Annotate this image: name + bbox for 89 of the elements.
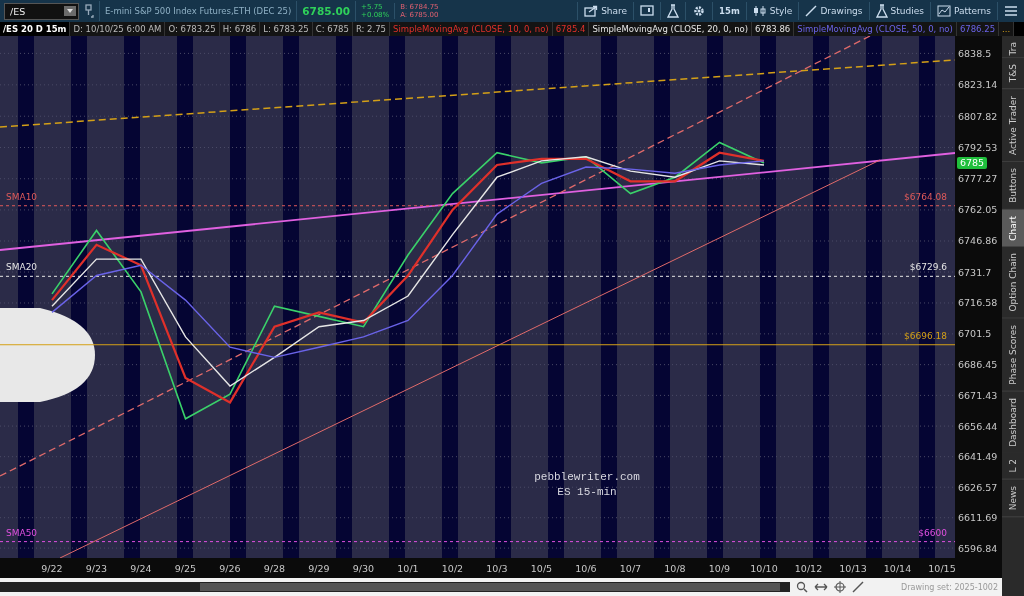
level-price: $6600 <box>918 527 947 538</box>
price-axis-label: 6596.84 <box>958 542 998 554</box>
last-price: 6785.00 <box>302 1 357 21</box>
date-axis-label: 10/14 <box>883 563 912 574</box>
date-axis-label: 10/15 <box>928 563 956 574</box>
more-studies: ... <box>999 22 1015 36</box>
drawings-button[interactable]: Drawings <box>798 2 869 20</box>
price-axis-label: 6807.82 <box>958 110 998 122</box>
candlestick-icon <box>752 5 767 17</box>
price-axis-label: 6777.27 <box>958 173 998 185</box>
crosshair-icon[interactable] <box>834 581 846 593</box>
settings-icon <box>692 4 707 18</box>
chart-label: /ES 20 D 15m <box>0 22 71 36</box>
level-price: $6764.08 <box>904 191 947 202</box>
pattern-chart-icon <box>936 5 951 17</box>
date-axis-label: 10/8 <box>664 563 686 574</box>
level-price: $6729.6 <box>909 262 947 273</box>
pencil-icon[interactable] <box>852 581 864 593</box>
date-axis-label: 10/9 <box>708 563 731 574</box>
menu-icon <box>1004 5 1018 17</box>
level-price: $6696.18 <box>904 330 947 341</box>
chart-note: pebblewriter.com <box>534 471 640 483</box>
date-axis-label: 9/22 <box>41 563 63 574</box>
price-axis-label: 6611.69 <box>958 512 998 524</box>
studies-button[interactable]: Studies <box>868 2 930 20</box>
date-axis-label: 9/29 <box>308 563 330 574</box>
study-value: 6786.25 <box>956 22 1000 36</box>
line-icon <box>805 5 818 17</box>
ohlc-field: H: 6786 <box>219 22 261 36</box>
scrollbar[interactable] <box>0 582 790 592</box>
date-axis-label: 9/30 <box>352 563 375 574</box>
price-axis-label: 6626.57 <box>958 481 998 493</box>
study-name: SimpleMovingAvg (CLOSE, 10, 0, no) <box>390 22 553 36</box>
drawing-set-label: Drawing set: 2025-1002 <box>901 582 998 592</box>
price-axis-label: 6701.5 <box>958 328 992 340</box>
level-label: SMA20 <box>6 262 38 273</box>
zoom-icon[interactable] <box>796 581 808 593</box>
date-axis-label: 10/12 <box>794 563 823 574</box>
date-axis-label: 9/26 <box>219 563 241 574</box>
study-name: SimpleMovingAvg (CLOSE, 20, 0, no) <box>589 22 753 36</box>
ohlc-field: O: 6783.25 <box>165 22 220 36</box>
scrollbar-thumb[interactable] <box>200 583 780 591</box>
date-axis-label: 10/10 <box>750 563 778 574</box>
date-axis-label: 9/23 <box>85 563 108 574</box>
flask-icon <box>667 4 680 18</box>
instrument-description: E-mini S&P 500 Index Futures,ETH (DEC 25) <box>99 1 298 21</box>
chart-note: ES 15-min <box>557 486 617 498</box>
pan-icon[interactable] <box>814 581 828 593</box>
ohlc-field: C: 6785 <box>312 22 353 36</box>
date-axis-label: 10/2 <box>441 563 464 574</box>
date-axis-label: 10/3 <box>486 563 508 574</box>
flask-icon <box>875 4 888 18</box>
study-value: 6783.86 <box>752 22 795 36</box>
level-label: SMA50 <box>6 527 38 538</box>
ohlc-field: R: 2.75 <box>352 22 390 36</box>
ohlc-field: D: 10/10/25 6:00 AM <box>70 22 166 36</box>
study-name: SimpleMovingAvg (CLOSE, 50, 0, no) <box>794 22 957 36</box>
date-axis-label: 10/7 <box>619 563 642 574</box>
side-tab[interactable]: Chart <box>1002 209 1024 248</box>
price-axis-label: 6671.43 <box>958 389 998 401</box>
date-axis-label: 9/24 <box>130 563 152 574</box>
date-axis-label: 9/28 <box>263 563 286 574</box>
price-axis-label: 6716.58 <box>958 297 998 309</box>
price-axis-label: 6731.7 <box>958 266 992 278</box>
style-button[interactable]: Style <box>745 2 799 20</box>
date-axis-label: 9/25 <box>174 563 197 574</box>
share-button[interactable]: Share <box>577 2 634 20</box>
price-axis-label: 6686.45 <box>958 359 998 371</box>
caret-icon <box>64 6 76 16</box>
price-axis-label: 6746.86 <box>958 235 998 247</box>
price-axis-label: 6838.5 <box>958 47 992 59</box>
timeframe-button[interactable]: 15m <box>712 2 746 20</box>
price-axis-label: 6792.53 <box>958 142 998 153</box>
link-icon[interactable] <box>84 4 94 18</box>
price-axis-label: 6656.44 <box>958 420 998 432</box>
price-axis-label: 6762.05 <box>958 204 998 216</box>
date-axis-label: 10/1 <box>397 563 419 574</box>
share-icon <box>584 5 599 17</box>
study-value: 6785.4 <box>552 22 590 36</box>
ohlc-field: L: 6783.25 <box>260 22 313 36</box>
level-label: SMA10 <box>6 191 38 202</box>
price-axis-label: 6823.14 <box>958 79 998 91</box>
patterns-button[interactable]: Patterns <box>929 2 997 20</box>
price-axis-label: 6641.49 <box>958 451 998 463</box>
date-axis-label: 10/6 <box>575 563 597 574</box>
date-axis-label: 10/5 <box>530 563 553 574</box>
alert-icon <box>640 5 655 17</box>
symbol-dropdown[interactable]: /ES <box>4 2 79 20</box>
date-axis-label: 10/13 <box>839 563 867 574</box>
